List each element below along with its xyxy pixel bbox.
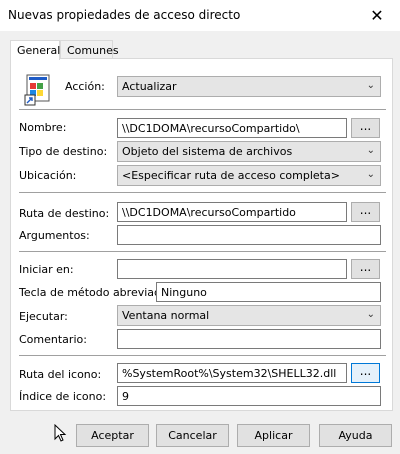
- help-button[interactable]: Ayuda: [319, 424, 392, 447]
- nombre-label: Nombre:: [19, 121, 67, 134]
- ejecutar-label: Ejecutar:: [19, 310, 68, 323]
- iniciar-input[interactable]: [117, 259, 347, 279]
- separator: [19, 355, 386, 356]
- chevron-down-icon: ⌄: [366, 169, 375, 180]
- indice-input[interactable]: 9: [117, 386, 381, 406]
- separator: [19, 192, 386, 193]
- chevron-down-icon: ⌄: [366, 309, 375, 320]
- iniciar-label: Iniciar en:: [19, 263, 74, 276]
- icono-label: Ruta del icono:: [19, 368, 102, 381]
- window-title: Nuevas propiedades de acceso directo: [8, 8, 241, 22]
- general-panel: Acción: Actualizar ⌄ Nombre: \\DC1DOMA\r…: [10, 58, 393, 411]
- ejecutar-select[interactable]: Ventana normal ⌄: [117, 305, 381, 326]
- separator: [19, 251, 386, 252]
- comentario-input[interactable]: [117, 329, 381, 349]
- accion-select[interactable]: Actualizar ⌄: [117, 76, 381, 97]
- chevron-down-icon: ⌄: [366, 80, 375, 91]
- ruta-label: Ruta de destino:: [19, 207, 110, 220]
- tipo-label: Tipo de destino:: [19, 145, 108, 158]
- tipo-select[interactable]: Objeto del sistema de archivos ⌄: [117, 141, 381, 162]
- tab-general[interactable]: General: [10, 40, 60, 60]
- icono-browse-button[interactable]: ...: [351, 363, 380, 383]
- ruta-browse-button[interactable]: ...: [351, 202, 380, 222]
- comentario-label: Comentario:: [19, 333, 87, 346]
- ubicacion-label: Ubicación:: [19, 169, 77, 182]
- nombre-browse-button[interactable]: ...: [351, 118, 380, 138]
- accion-value: Actualizar: [122, 80, 177, 93]
- tecla-input[interactable]: Ninguno: [156, 282, 381, 302]
- ruta-input[interactable]: \\DC1DOMA\recursoCompartido: [117, 202, 347, 222]
- title-bar: Nuevas propiedades de acceso directo ✕: [0, 0, 400, 31]
- close-icon: ✕: [370, 6, 384, 25]
- icono-input[interactable]: %SystemRoot%\System32\SHELL32.dll: [117, 363, 347, 383]
- argumentos-label: Argumentos:: [19, 229, 90, 242]
- iniciar-browse-button[interactable]: ...: [351, 259, 380, 279]
- mouse-cursor-icon: [54, 424, 67, 442]
- ubicacion-select[interactable]: <Especificar ruta de acceso completa> ⌄: [117, 165, 381, 186]
- separator: [19, 109, 386, 110]
- cancel-button[interactable]: Cancelar: [156, 424, 229, 447]
- ubicacion-value: <Especificar ruta de acceso completa>: [122, 169, 340, 182]
- tecla-label: Tecla de método abreviado:: [19, 286, 172, 299]
- chevron-down-icon: ⌄: [366, 145, 375, 156]
- nombre-input[interactable]: \\DC1DOMA\recursoCompartido\: [117, 118, 347, 138]
- accion-label: Acción:: [65, 80, 105, 93]
- tab-comunes[interactable]: Comunes: [60, 40, 119, 59]
- tipo-value: Objeto del sistema de archivos: [122, 145, 293, 158]
- argumentos-input[interactable]: [117, 225, 381, 245]
- accept-button[interactable]: Aceptar: [76, 424, 149, 447]
- indice-label: Índice de icono:: [19, 390, 107, 403]
- ejecutar-value: Ventana normal: [122, 309, 210, 322]
- apply-button[interactable]: Aplicar: [237, 424, 310, 447]
- close-button[interactable]: ✕: [354, 0, 400, 31]
- shortcut-app-icon: [24, 74, 50, 106]
